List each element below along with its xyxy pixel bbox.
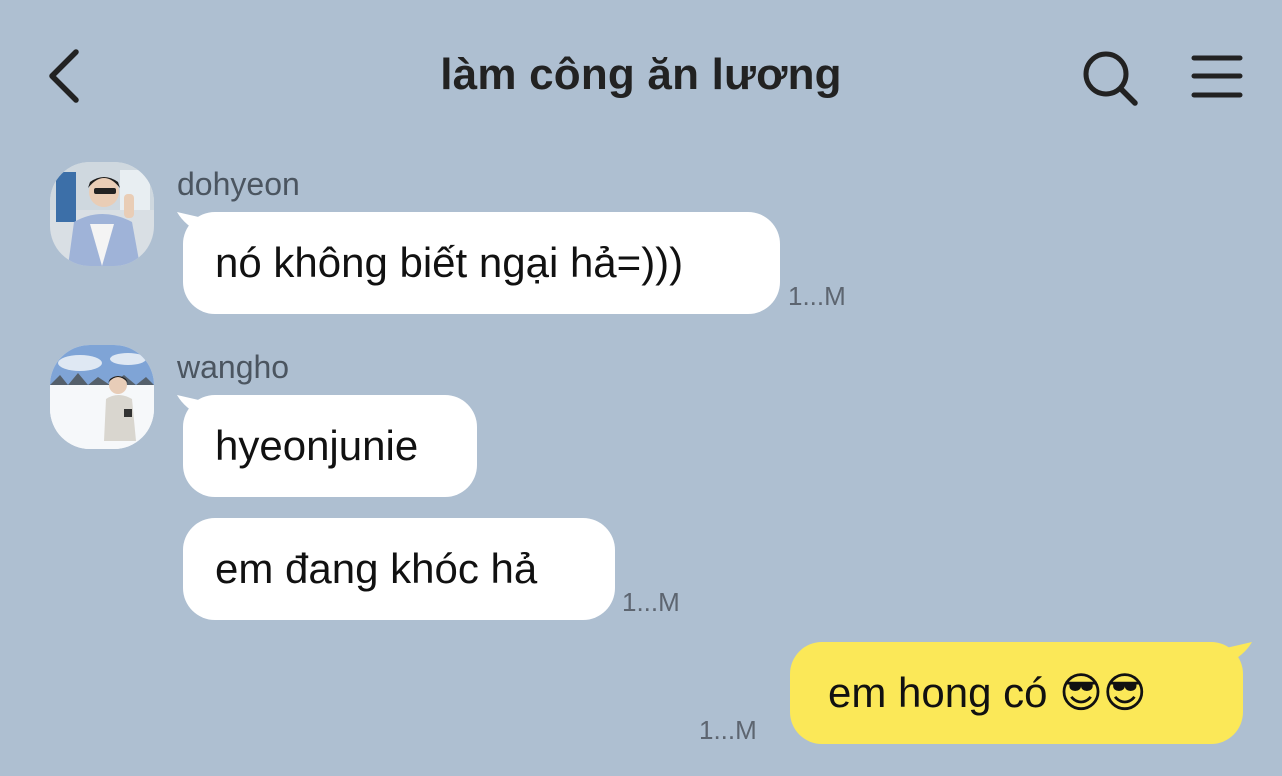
chat-header: làm công ăn lương	[0, 0, 1282, 150]
message-bubble[interactable]: hyeonjunie	[183, 395, 477, 497]
menu-button[interactable]	[1188, 52, 1246, 102]
sender-name: wangho	[177, 349, 290, 385]
message-bubble[interactable]: nó không biết ngại hả=)))	[183, 212, 780, 314]
message-text: em hong có 😎😎	[828, 669, 1147, 716]
avatar-wangho[interactable]	[50, 345, 154, 449]
message-time: 1...M	[622, 587, 680, 617]
bubble-tail	[1226, 642, 1252, 664]
my-message-bubble[interactable]: em hong có 😎😎	[790, 642, 1243, 744]
avatar-dohyeon[interactable]	[50, 162, 154, 266]
search-button[interactable]	[1080, 48, 1140, 108]
hamburger-menu-icon	[1191, 55, 1243, 98]
message-bubble[interactable]: em đang khóc hả	[183, 518, 615, 620]
message-time: 1...M	[699, 715, 757, 745]
message-time: 1...M	[788, 281, 846, 311]
search-icon	[1083, 51, 1138, 106]
sender-name: dohyeon	[177, 166, 300, 202]
